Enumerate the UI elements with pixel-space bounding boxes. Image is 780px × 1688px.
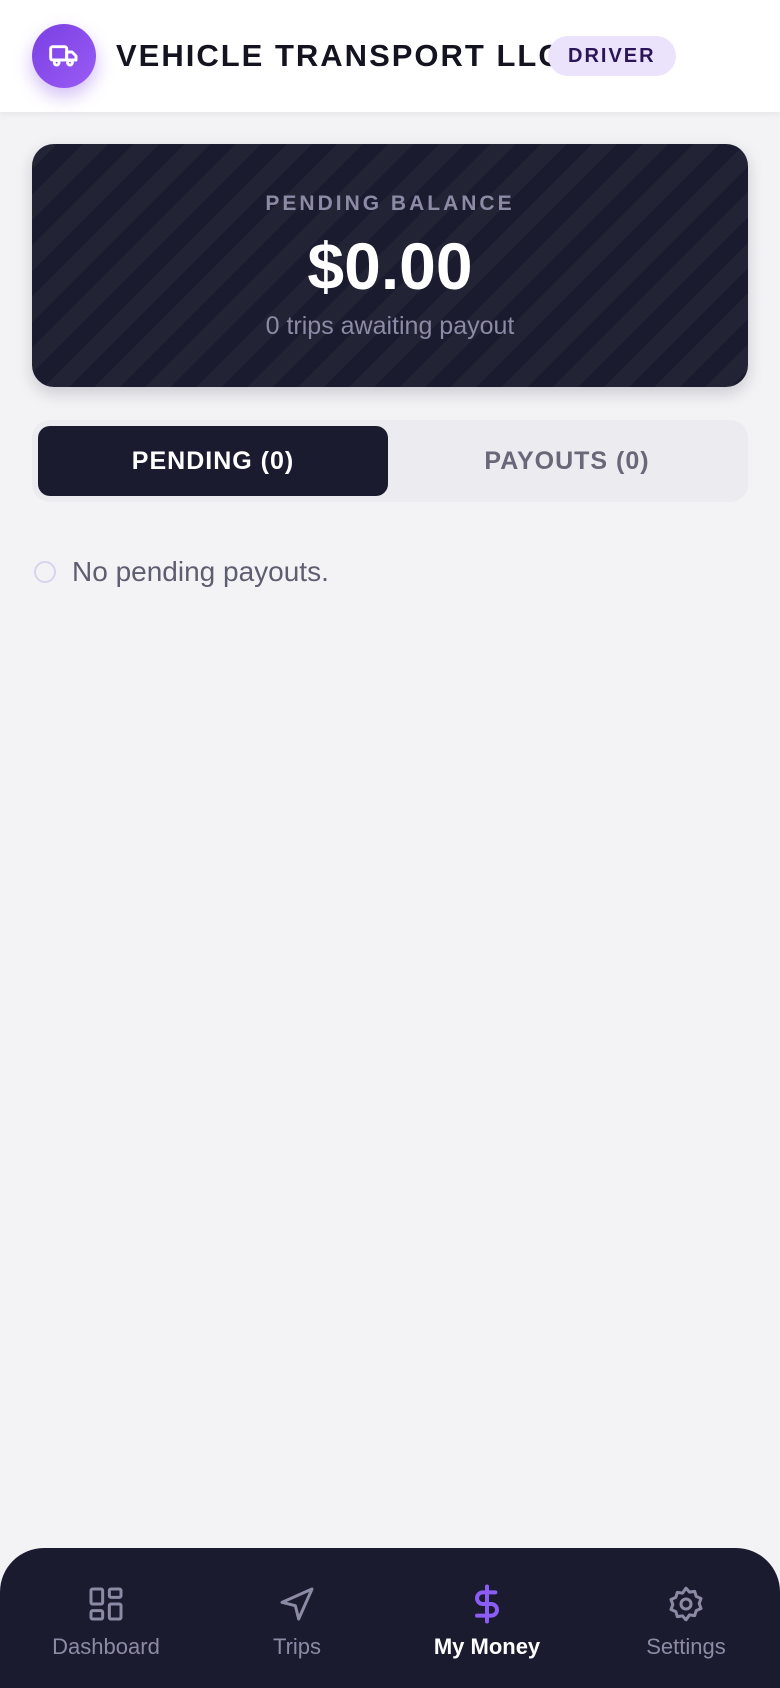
nav-trips[interactable]: Trips (252, 1548, 342, 1688)
page: VEHICLE TRANSPORT LLC DRIVER PENDING BAL… (0, 0, 780, 1688)
tab-payouts[interactable]: PAYOUTS (0) (392, 426, 742, 496)
app-title: VEHICLE TRANSPORT LLC (116, 38, 563, 73)
app-logo (32, 24, 96, 88)
balance-amount: $0.00 (307, 229, 473, 303)
balance-label: PENDING BALANCE (265, 192, 515, 215)
nav-label-trips: Trips (272, 1634, 322, 1659)
nav-my-money[interactable]: My Money (426, 1548, 548, 1688)
gear-icon (669, 1586, 703, 1622)
tabs: PENDING (0) PAYOUTS (0) (32, 420, 748, 502)
dollar-icon (475, 1584, 499, 1624)
app-header: VEHICLE TRANSPORT LLC DRIVER (0, 0, 780, 112)
empty-circle-icon (34, 561, 56, 583)
nav-dashboard[interactable]: Dashboard (46, 1548, 166, 1688)
empty-state: No pending payouts. (34, 556, 329, 588)
navigation-icon (280, 1587, 314, 1621)
nav-label-my-money: My Money (433, 1634, 541, 1659)
role-badge: DRIVER (548, 36, 676, 76)
balance-subtitle: 0 trips awaiting payout (265, 312, 515, 340)
tab-pending[interactable]: PENDING (0) (38, 426, 388, 496)
nav-label-dashboard: Dashboard (52, 1634, 160, 1659)
truck-icon (49, 45, 78, 67)
empty-state-text: No pending payouts. (72, 556, 329, 587)
bottom-nav: Dashboard Trips My Money Settings (0, 1548, 780, 1688)
pending-balance-card: PENDING BALANCE $0.00 0 trips awaiting p… (32, 144, 748, 387)
nav-settings[interactable]: Settings (636, 1548, 736, 1688)
nav-label-settings: Settings (646, 1634, 726, 1659)
dashboard-icon (89, 1587, 123, 1621)
